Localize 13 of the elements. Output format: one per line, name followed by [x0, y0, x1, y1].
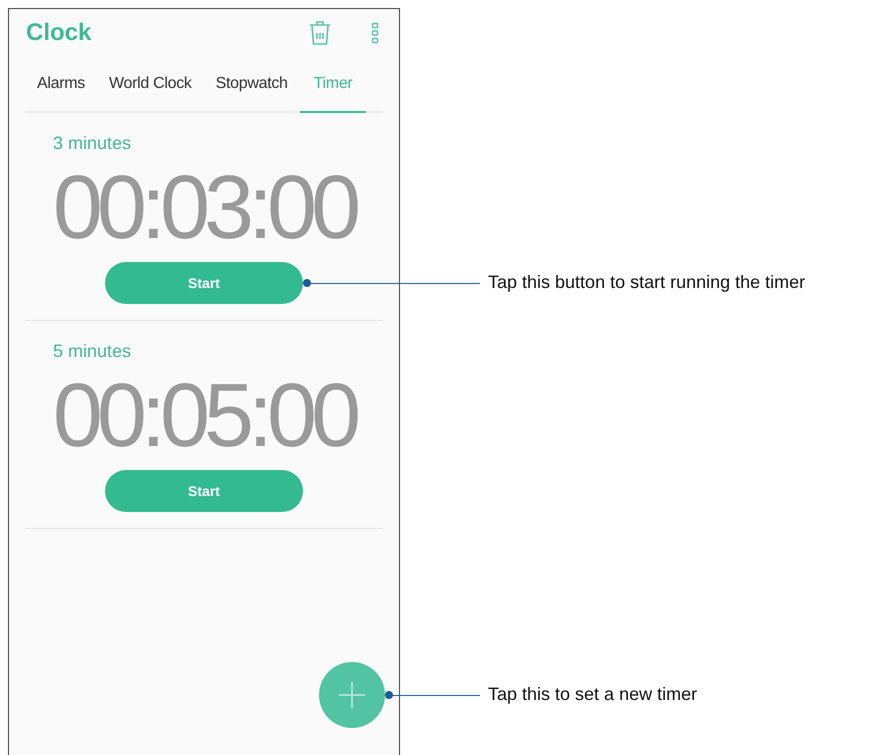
more-options-icon[interactable]: [371, 22, 379, 44]
plus-icon: [337, 680, 367, 710]
callout-text: Tap this to set a new timer: [488, 684, 698, 705]
tab[interactable]: World Clock: [96, 57, 204, 113]
callout-text: Tap this button to start running the timer: [488, 272, 806, 293]
timer-time: 00:05:00: [52, 366, 356, 466]
timer-label: 3 minutes: [53, 133, 132, 154]
app-title: Clock: [26, 19, 92, 47]
tab[interactable]: Stopwatch: [204, 57, 300, 113]
timer-time: 00:03:00: [52, 158, 356, 258]
trash-icon[interactable]: [309, 20, 331, 46]
tab[interactable]: Alarms: [25, 57, 97, 113]
timer-label: 5 minutes: [53, 341, 132, 362]
